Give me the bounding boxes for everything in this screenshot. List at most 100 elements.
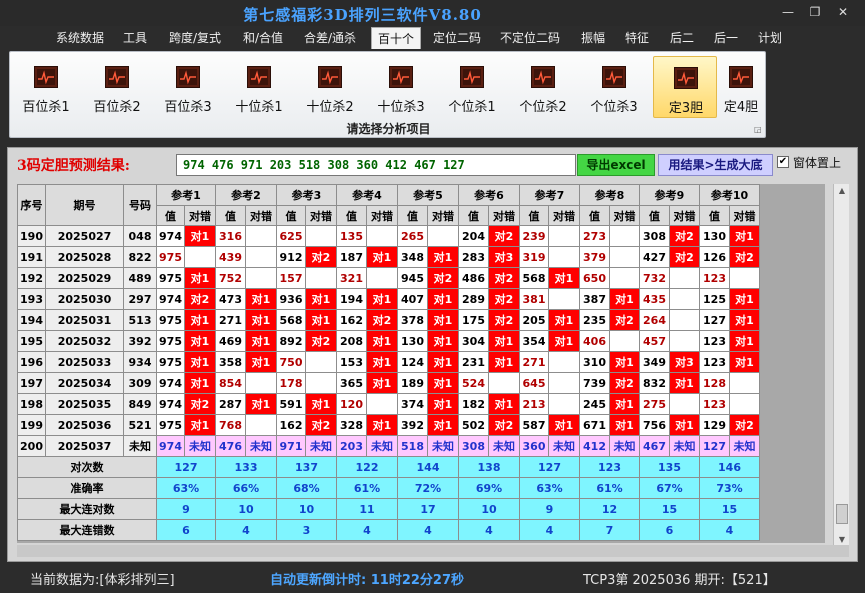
close-button[interactable]: ✕: [832, 4, 854, 20]
ribbon-button-2[interactable]: 百位杀2: [85, 56, 149, 118]
ref-value: 162: [336, 309, 367, 331]
topmost-checkbox[interactable]: ✔: [777, 156, 789, 168]
ribbon-button-5[interactable]: 十位杀2: [298, 56, 362, 118]
scroll-thumb[interactable]: [836, 504, 848, 524]
menu-span[interactable]: 跨度/复式: [161, 27, 229, 49]
row-number: 489: [123, 267, 157, 289]
ribbon-button-6[interactable]: 十位杀3: [369, 56, 433, 118]
row-issue: 2025037: [45, 435, 124, 457]
header-result: 对错: [427, 205, 459, 226]
table-row[interactable]: 194 2025031 513 975 对1 271 对1 568 对1 162 对2 378 对1 17…: [17, 309, 760, 331]
table-row[interactable]: 197 2025034 309 974 对1 854 178 365 对1 189 对1 524 645…: [17, 372, 760, 394]
table-row[interactable]: 196 2025033 934 975 对1 358 对1 750 153 对1 124 对1 231 对…: [17, 351, 760, 373]
header-value: 值: [397, 205, 428, 226]
ref-result: 对2: [427, 267, 459, 289]
row-number: 934: [123, 351, 157, 373]
maximize-button[interactable]: ❐: [804, 4, 826, 20]
ref-result: [366, 267, 398, 289]
ribbon-expand-icon[interactable]: ◲: [754, 126, 762, 134]
row-number: 392: [123, 330, 157, 352]
stats-value: 146: [699, 456, 760, 478]
ribbon-button-1[interactable]: 百位杀1: [14, 56, 78, 118]
menu-nonposition-two[interactable]: 不定位二码: [494, 27, 566, 49]
vertical-scrollbar[interactable]: ▲ ▼: [833, 184, 849, 547]
stats-label: 最大连对数: [17, 498, 157, 520]
main-panel: 3码定胆预测结果: 974 476 971 203 518 308 360 41…: [7, 147, 858, 562]
table-row[interactable]: 192 2025029 489 975 对1 752 157 321 945 对2 486 对2 568…: [17, 267, 760, 289]
ref-result: 对1: [729, 351, 760, 373]
header-value: 值: [699, 205, 730, 226]
table-row[interactable]: 190 2025027 048 974 对1 316 625 135 265 204 对2 239 27…: [17, 225, 760, 247]
stats-value: 6: [639, 519, 700, 541]
ref-result: [609, 330, 640, 352]
ribbon-button-11[interactable]: 定4胆: [713, 56, 769, 118]
menu-last-one[interactable]: 后一: [707, 27, 745, 49]
menu-features[interactable]: 特征: [618, 27, 656, 49]
ref-value: 135: [336, 225, 367, 247]
ribbon-button-3[interactable]: 百位杀3: [156, 56, 220, 118]
ref-value: 123: [699, 330, 730, 352]
row-seq: 198: [17, 393, 46, 415]
stats-value: 135: [639, 456, 700, 478]
header-value: 值: [639, 205, 670, 226]
header-result: 对错: [245, 205, 277, 226]
row-seq: 192: [17, 267, 46, 289]
menu-tools[interactable]: 工具: [117, 27, 153, 49]
minimize-button[interactable]: —: [777, 4, 799, 20]
export-excel-button[interactable]: 导出excel: [577, 154, 655, 176]
menu-diff[interactable]: 合差/通杀: [296, 27, 364, 49]
ref-value-pending: 127: [699, 435, 730, 457]
ref-result: 对1: [366, 351, 398, 373]
ref-result: [548, 393, 580, 415]
ref-value: 264: [639, 309, 670, 331]
header-ref-5: 参考5: [397, 184, 459, 206]
menu-system-data[interactable]: 系统数据: [50, 27, 110, 49]
menu-digits[interactable]: 百十个: [371, 27, 421, 49]
ref-result: 对1: [245, 309, 277, 331]
stats-value: 3: [276, 519, 337, 541]
ribbon-button-7[interactable]: 个位杀1: [440, 56, 504, 118]
ref-result: 对3: [488, 246, 520, 268]
stats-value: 4: [699, 519, 760, 541]
ribbon-button-4[interactable]: 十位杀1: [227, 56, 291, 118]
ref-value: 157: [276, 267, 306, 289]
menu-sum[interactable]: 和/合值: [236, 27, 290, 49]
menu-amplitude[interactable]: 振幅: [574, 27, 612, 49]
table-row[interactable]: 198 2025035 849 974 对2 287 对1 591 对1 120 374 对1 182 对…: [17, 393, 760, 415]
ref-result: 对1: [729, 225, 760, 247]
ref-result: 对1: [488, 330, 520, 352]
menu-position-two[interactable]: 定位二码: [427, 27, 487, 49]
table-row[interactable]: 199 2025036 521 975 对1 768 162 对2 328 对1 392 对1 502 对…: [17, 414, 760, 436]
row-number: 822: [123, 246, 157, 268]
ref-result: 对2: [366, 309, 398, 331]
prediction-result-field[interactable]: 974 476 971 203 518 308 360 412 467 127: [176, 154, 576, 176]
ref-value: 358: [215, 351, 246, 373]
ref-value: 832: [639, 372, 670, 394]
row-seq: 194: [17, 309, 46, 331]
table-row[interactable]: 195 2025032 392 975 对1 469 对1 892 对2 208 对1 130 对1 30…: [17, 330, 760, 352]
table-row[interactable]: 193 2025030 297 974 对2 473 对1 936 对1 194 对1 407 对1 28…: [17, 288, 760, 310]
generate-base-button[interactable]: 用结果>生成大底: [658, 154, 773, 176]
ribbon-button-8[interactable]: 个位杀2: [511, 56, 575, 118]
table-row-pending[interactable]: 200 2025037 未知 974 未知 476 未知 971 未知 203 未知 518 未知 308…: [17, 435, 760, 457]
ref-value: 392: [397, 414, 428, 436]
menu-last-two[interactable]: 后二: [663, 27, 701, 49]
ref-value: 439: [215, 246, 246, 268]
ref-result: 对2: [488, 309, 520, 331]
menu-plan[interactable]: 计划: [751, 27, 789, 49]
horizontal-scrollbar[interactable]: [17, 545, 849, 557]
ref-value: 123: [699, 351, 730, 373]
ref-value-pending: 518: [397, 435, 428, 457]
ref-result: 对1: [245, 288, 277, 310]
ref-result: 对2: [729, 246, 760, 268]
stats-value: 144: [397, 456, 459, 478]
ribbon-button-9[interactable]: 个位杀3: [582, 56, 646, 118]
menu-bar: 系统数据 工具 跨度/复式 和/合值 合差/通杀 百十个 定位二码 不定位二码 …: [0, 27, 865, 49]
stats-value: 4: [215, 519, 277, 541]
stats-value: 127: [519, 456, 580, 478]
ref-value: 289: [458, 288, 489, 310]
scroll-up-icon[interactable]: ▲: [834, 184, 850, 198]
ref-value: 387: [579, 288, 610, 310]
table-row[interactable]: 191 2025028 822 975 439 912 对2 187 对1 348 对1 283 对3 3…: [17, 246, 760, 268]
ref-result: 对1: [609, 351, 640, 373]
